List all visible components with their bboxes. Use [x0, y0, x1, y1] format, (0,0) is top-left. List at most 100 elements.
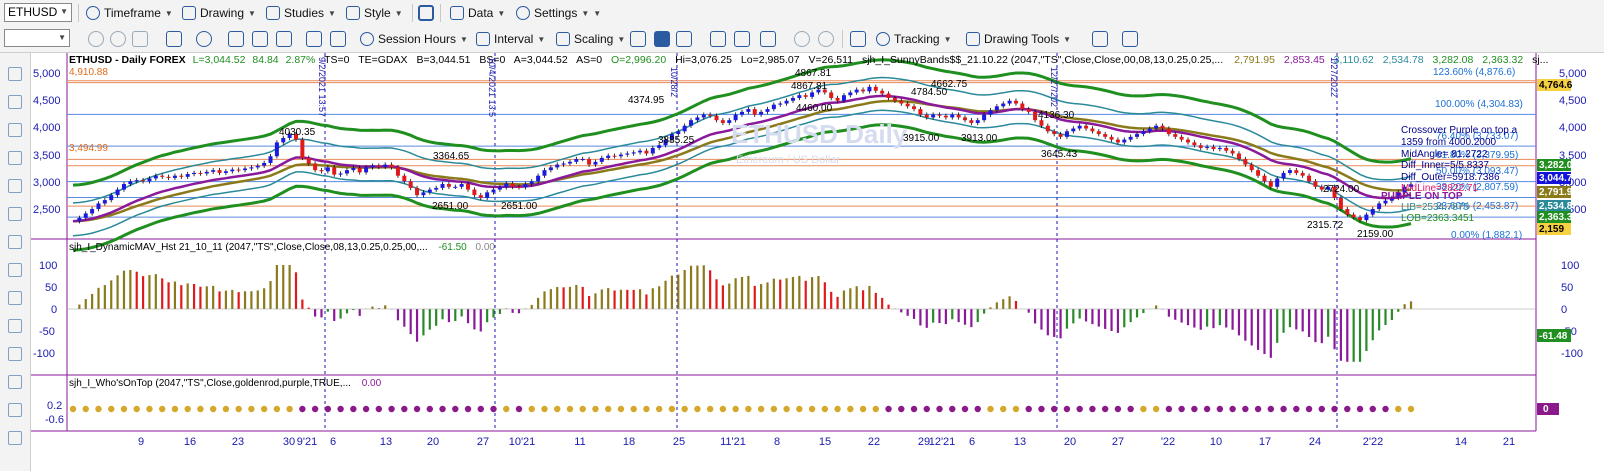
- candle-body: [478, 195, 483, 198]
- analysis-icon[interactable]: [1122, 31, 1138, 47]
- candle-body: [1179, 136, 1184, 140]
- drawing-tools-button[interactable]: Drawing Tools ▼: [966, 29, 1071, 49]
- table-tool-icon[interactable]: [8, 319, 22, 333]
- settings-button[interactable]: Settings ▼ ▼: [516, 3, 601, 23]
- price-tick: 5,000: [1559, 68, 1587, 80]
- scaling-label: Scaling: [574, 32, 614, 46]
- channel-tool-icon[interactable]: [8, 179, 22, 193]
- studies-button[interactable]: Studies ▼: [266, 3, 336, 23]
- candle-body: [1186, 139, 1190, 143]
- spiral-tool-icon[interactable]: [8, 403, 22, 417]
- sync-icon[interactable]: [110, 31, 126, 47]
- bars-tool-icon[interactable]: [8, 263, 22, 277]
- candle-body: [1071, 128, 1076, 132]
- chevron-down-icon[interactable]: ▼: [58, 33, 66, 42]
- candle-body: [383, 164, 388, 167]
- layout-tool-icon[interactable]: [8, 375, 22, 389]
- header-te: TE=GDAX: [358, 54, 407, 66]
- price-tick: 4,000: [1559, 122, 1587, 134]
- candle-body: [427, 189, 432, 193]
- layers-icon[interactable]: [330, 31, 346, 47]
- data-label: Data: [468, 6, 494, 20]
- candlestick-icon[interactable]: [654, 31, 670, 47]
- whos-on-top-dot: [1178, 405, 1185, 413]
- interval-button[interactable]: Interval ▼: [476, 29, 545, 49]
- candle-body: [236, 169, 241, 171]
- line-tool-icon[interactable]: [228, 31, 244, 47]
- candle-body: [204, 171, 209, 174]
- chevron-down-icon[interactable]: ▼: [60, 7, 68, 16]
- whos-on-top-dot: [439, 405, 446, 413]
- date-tick: 20: [1064, 436, 1076, 448]
- style-button[interactable]: Style ▼: [346, 3, 403, 23]
- candle-body: [1001, 103, 1006, 107]
- price-annotation: 3915.00: [903, 133, 940, 144]
- vertical-date-label: 10/28/2: [669, 67, 679, 97]
- date-tick: 17: [1259, 436, 1271, 448]
- header-volume: V=26,511: [809, 54, 854, 66]
- candle-body: [956, 114, 961, 118]
- scaling-button[interactable]: Scaling ▼: [556, 29, 625, 49]
- candle-body: [1077, 125, 1082, 129]
- tree-icon[interactable]: [306, 31, 322, 47]
- whos-on-top-dot: [197, 405, 204, 413]
- whos-on-top-dot: [1012, 405, 1020, 413]
- pointer-icon[interactable]: [8, 67, 22, 81]
- whos-on-top-dot: [936, 405, 943, 413]
- date-tick: 9'21: [297, 436, 317, 448]
- candle-body: [128, 181, 133, 185]
- date-tick: 14: [1455, 436, 1467, 448]
- candle-body: [1013, 100, 1018, 104]
- hollow-candle-icon[interactable]: [676, 31, 692, 47]
- whos-on-top-dot: [222, 405, 230, 413]
- bar-chart-icon[interactable]: [630, 31, 646, 47]
- scroll-right-icon[interactable]: [760, 31, 776, 47]
- candle-body: [994, 106, 999, 111]
- chart-area[interactable]: ETHUSD Daily Ethereum / US Dollar ETHUSD…: [31, 53, 1604, 471]
- candle-body: [1224, 147, 1229, 151]
- symbol-input[interactable]: ETHUSD ▼: [4, 3, 72, 22]
- whos-on-top-dot: [299, 405, 306, 413]
- grid-icon[interactable]: [132, 31, 148, 47]
- header-high: Hi=3,076.25: [675, 54, 732, 66]
- gear-tool-icon[interactable]: [8, 347, 22, 361]
- data-button[interactable]: Data ▼: [450, 3, 505, 23]
- price-annotation: 3885.25: [658, 135, 695, 146]
- zoom-search-icon[interactable]: [166, 31, 182, 47]
- zoom-in-bars-icon[interactable]: [734, 31, 750, 47]
- session-hours-button[interactable]: Session Hours ▼: [360, 29, 468, 49]
- interval-combo[interactable]: ▼: [4, 29, 70, 47]
- candle-body: [325, 167, 330, 172]
- candle-body: [771, 104, 776, 110]
- chart-icon[interactable]: [252, 31, 268, 47]
- grid-tool-icon[interactable]: [8, 291, 22, 305]
- candle-body: [1262, 175, 1267, 182]
- export-icon[interactable]: [276, 31, 292, 47]
- wrench-icon[interactable]: [8, 95, 22, 109]
- zoom-out-icon[interactable]: [818, 31, 834, 47]
- table-icon[interactable]: [850, 31, 866, 47]
- drawing-button[interactable]: Drawing ▼: [182, 3, 256, 23]
- candle-body: [1230, 150, 1235, 154]
- text-tool-icon[interactable]: [8, 431, 22, 445]
- trend-icon[interactable]: [1092, 31, 1108, 47]
- pen-tool-icon[interactable]: [8, 235, 22, 249]
- refresh-icon[interactable]: [88, 31, 104, 47]
- zoom-in-icon[interactable]: [794, 31, 810, 47]
- target-icon[interactable]: [196, 31, 212, 47]
- candle-body: [555, 164, 560, 168]
- candle-body: [950, 114, 955, 118]
- fib-tool-icon[interactable]: [8, 151, 22, 165]
- zoom-out-bars-icon[interactable]: [710, 31, 726, 47]
- timeframe-button[interactable]: Timeframe ▼: [86, 3, 173, 23]
- candle-body: [102, 200, 107, 204]
- date-tick: 23: [232, 436, 244, 448]
- layout-icon[interactable]: [418, 5, 434, 21]
- measure-tool-icon[interactable]: [8, 207, 22, 221]
- candle-body: [631, 152, 636, 154]
- candle-body: [459, 184, 464, 187]
- tracking-button[interactable]: Tracking ▼: [876, 29, 952, 49]
- candle-body: [440, 184, 445, 188]
- drawing-icon: [182, 6, 196, 20]
- crosshair-tool-icon[interactable]: [8, 123, 22, 137]
